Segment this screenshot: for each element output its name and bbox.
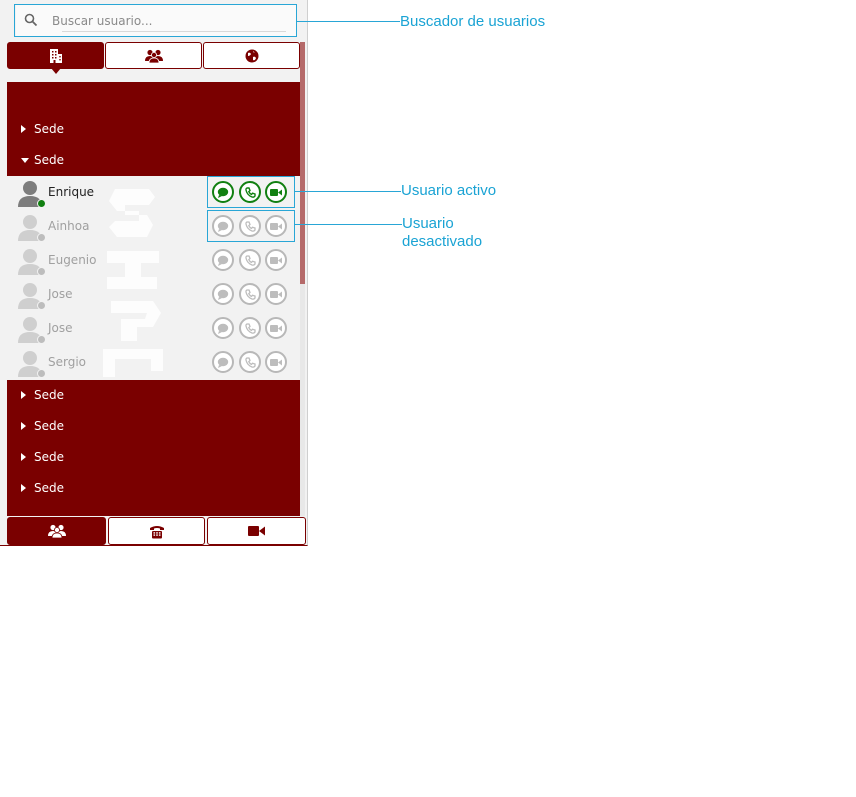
- caret-down-icon: [21, 158, 29, 163]
- call-button[interactable]: [239, 317, 261, 339]
- tab-sites[interactable]: [7, 42, 104, 74]
- bottom-tabs: [7, 517, 307, 545]
- caret-right-icon: [21, 453, 26, 461]
- chat-icon: [217, 289, 229, 300]
- user-name: Jose: [48, 287, 73, 301]
- active-user-highlight-box: [207, 176, 295, 208]
- chat-icon: [217, 357, 229, 368]
- group-label: Sede: [34, 122, 64, 136]
- tab-global[interactable]: [203, 42, 300, 69]
- offline-status-dot: [37, 369, 46, 378]
- user-row-eugenio[interactable]: Eugenio: [7, 244, 300, 278]
- offline-status-dot: [37, 335, 46, 344]
- active-user-leader-line: [295, 191, 401, 192]
- user-name: Eugenio: [48, 253, 97, 267]
- video-call-button[interactable]: [265, 317, 287, 339]
- annotation-inactive-user-line2: desactivado: [402, 233, 483, 250]
- annotation-inactive-user-line1: Usuario: [402, 215, 454, 232]
- group-row[interactable]: Sede: [7, 411, 300, 442]
- group-row[interactable]: Sede: [7, 442, 300, 473]
- chat-button[interactable]: [212, 249, 234, 271]
- annotation-active-user: Usuario activo: [401, 182, 497, 199]
- user-name: Jose: [48, 321, 73, 335]
- call-button[interactable]: [239, 249, 261, 271]
- video-camera-icon: [270, 290, 282, 298]
- chat-icon: [217, 255, 229, 266]
- group-label: Sede: [34, 388, 64, 402]
- phone-icon: [244, 254, 256, 266]
- chat-icon: [217, 323, 229, 334]
- video-call-button[interactable]: [265, 249, 287, 271]
- caret-right-icon: [21, 484, 26, 492]
- offline-status-dot: [37, 267, 46, 276]
- group-label: Sede: [34, 419, 64, 433]
- search-leader-line: [297, 21, 400, 22]
- phone-icon: [244, 356, 256, 368]
- tab-groups[interactable]: [105, 42, 202, 69]
- user-panel: Sede Sede Enrique: [0, 0, 308, 546]
- globe-icon: [245, 49, 258, 62]
- online-status-dot: [37, 199, 46, 208]
- group-row[interactable]: Sede: [7, 473, 300, 504]
- user-row-jose[interactable]: Jose: [7, 278, 300, 312]
- annotation-inactive-user: Usuario desactivado: [402, 215, 482, 251]
- chat-button[interactable]: [212, 351, 234, 373]
- inactive-user-highlight-box: [207, 210, 295, 242]
- video-camera-icon: [270, 324, 282, 332]
- call-button[interactable]: [239, 283, 261, 305]
- user-name: Ainhoa: [48, 219, 90, 233]
- chat-button[interactable]: [212, 283, 234, 305]
- group-label: Sede: [34, 481, 64, 495]
- offline-status-dot: [37, 301, 46, 310]
- group-label: Sede: [34, 153, 64, 167]
- chat-button[interactable]: [212, 317, 234, 339]
- group-icon: [144, 49, 163, 63]
- video-call-button[interactable]: [265, 283, 287, 305]
- search-highlight-box: [14, 4, 297, 37]
- tab-phone[interactable]: [108, 517, 205, 545]
- group-row[interactable]: Sede: [7, 114, 300, 145]
- call-button[interactable]: [239, 351, 261, 373]
- user-name: Enrique: [48, 185, 95, 199]
- group-row-expanded[interactable]: Sede: [7, 145, 300, 176]
- top-tabs: [7, 42, 300, 74]
- scrollbar-thumb[interactable]: [300, 42, 305, 284]
- video-camera-icon: [270, 358, 282, 366]
- offline-status-dot: [37, 233, 46, 242]
- video-call-button[interactable]: [265, 351, 287, 373]
- video-camera-icon: [248, 526, 265, 536]
- inactive-user-leader-line: [295, 224, 402, 225]
- group-label: Sede: [34, 450, 64, 464]
- tab-video[interactable]: [207, 517, 306, 545]
- user-name: Sergio: [48, 355, 87, 369]
- phone-icon: [244, 288, 256, 300]
- caret-right-icon: [21, 422, 26, 430]
- contacts-icon: [47, 524, 66, 538]
- building-icon: [49, 48, 62, 63]
- group-row[interactable]: Sede: [7, 380, 300, 411]
- annotation-search: Buscador de usuarios: [400, 13, 546, 30]
- user-row-jose-2[interactable]: Jose: [7, 312, 300, 346]
- caret-right-icon: [21, 125, 26, 133]
- caret-right-icon: [21, 391, 26, 399]
- contact-list: Sede Sede Enrique Ainhoa Eugenio Jose Jo…: [7, 82, 300, 516]
- tab-contacts[interactable]: [7, 517, 106, 545]
- phone-icon: [244, 322, 256, 334]
- video-camera-icon: [270, 256, 282, 264]
- phone-icon: [149, 525, 164, 538]
- user-row-sergio[interactable]: Sergio: [7, 346, 300, 380]
